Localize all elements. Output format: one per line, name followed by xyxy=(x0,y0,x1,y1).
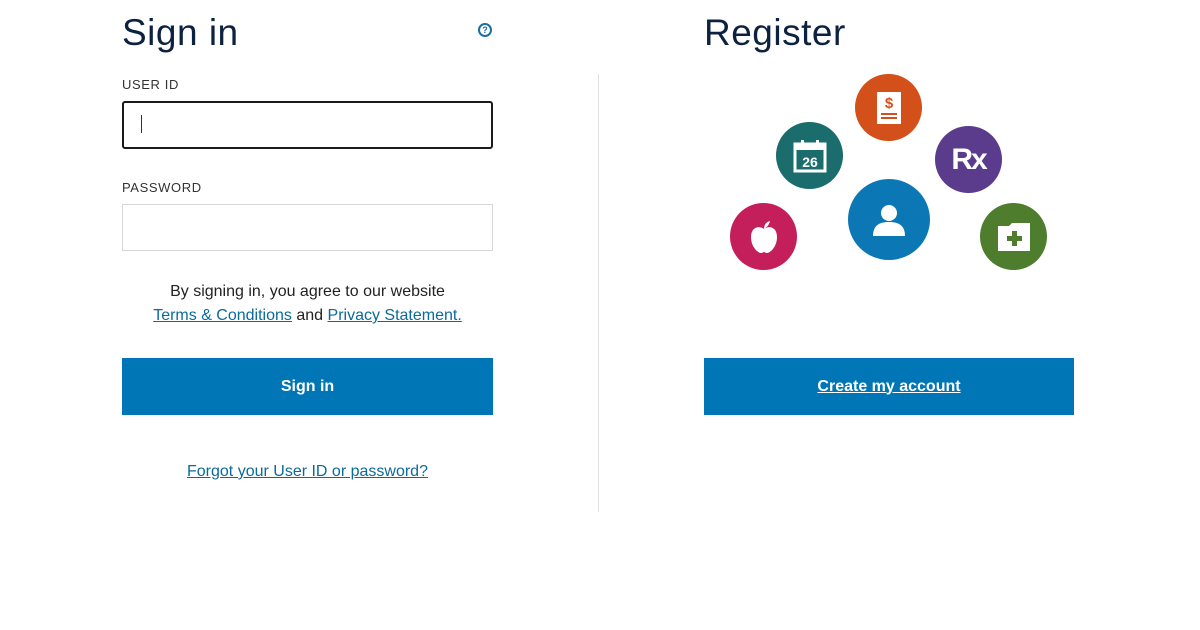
apple-icon xyxy=(730,203,797,270)
password-label: PASSWORD xyxy=(122,180,202,195)
question-circle-icon[interactable]: ? xyxy=(478,23,492,37)
forgot-credentials-link[interactable]: Forgot your User ID or password? xyxy=(122,463,493,481)
terms-conditions-link[interactable]: Terms & Conditions xyxy=(153,307,292,324)
and-text: and xyxy=(296,307,324,324)
sign-in-button-label: Sign in xyxy=(280,377,335,395)
calendar-day-text: 26 xyxy=(802,154,818,170)
terms-notice: By signing in, you agree to our website … xyxy=(122,280,493,328)
password-input[interactable] xyxy=(122,204,493,251)
text-cursor xyxy=(141,115,142,133)
rx-text: Rx xyxy=(951,142,987,176)
svg-text:$: $ xyxy=(884,95,893,112)
user-id-label: USER ID xyxy=(122,77,179,92)
create-account-button-label: Create my account xyxy=(817,377,961,395)
sign-in-button[interactable]: Sign in xyxy=(122,358,493,415)
medical-folder-icon xyxy=(980,203,1047,270)
register-title: Register xyxy=(704,12,846,53)
calendar-icon: 26 xyxy=(776,122,843,189)
signin-title: Sign in xyxy=(122,12,239,53)
vertical-divider xyxy=(598,74,599,512)
create-account-button[interactable]: Create my account xyxy=(704,358,1074,415)
terms-text: By signing in, you agree to our website xyxy=(170,283,445,300)
user-id-field-wrapper xyxy=(122,101,493,149)
rx-icon: Rx xyxy=(935,126,1002,193)
user-id-input[interactable] xyxy=(122,101,493,149)
person-icon xyxy=(848,179,930,260)
bill-icon: $ xyxy=(855,74,922,141)
terms-links-line: Terms & Conditions and Privacy Statement… xyxy=(122,304,493,328)
privacy-statement-link[interactable]: Privacy Statement. xyxy=(328,307,462,324)
